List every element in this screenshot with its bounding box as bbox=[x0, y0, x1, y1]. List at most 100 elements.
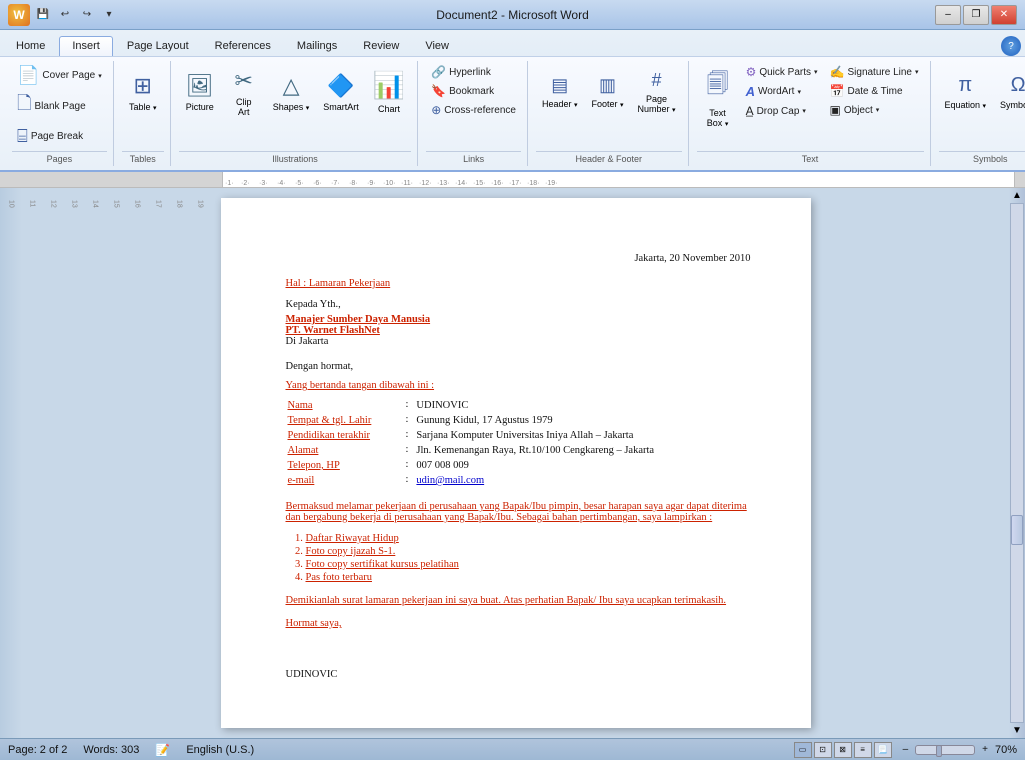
text-box-btn[interactable]: 🗐 TextBox ▾ bbox=[697, 63, 739, 132]
date-time-btn[interactable]: 📅 Date & Time bbox=[825, 82, 924, 100]
redo-quick-btn[interactable]: ↪ bbox=[78, 6, 96, 24]
customize-quick-btn[interactable]: ▾ bbox=[100, 6, 118, 24]
doc-to-place: Di Jakarta bbox=[286, 336, 751, 347]
list-item: Daftar Riwayat Hidup bbox=[306, 533, 751, 544]
list-item: Pas foto terbaru bbox=[306, 572, 751, 583]
table-btn[interactable]: ⊞ Table ▾ bbox=[122, 63, 164, 121]
tab-home[interactable]: Home bbox=[4, 37, 57, 56]
spell-check-icon[interactable]: 📝 bbox=[155, 743, 170, 757]
zoom-slider-thumb[interactable] bbox=[936, 745, 942, 757]
outline-btn[interactable]: ≡ bbox=[854, 742, 872, 758]
print-layout-btn[interactable]: ▭ bbox=[794, 742, 812, 758]
language-indicator[interactable]: English (U.S.) bbox=[186, 744, 254, 756]
pages-group-label: Pages bbox=[12, 151, 107, 164]
cover-page-icon: 📄 bbox=[17, 65, 39, 86]
hyperlink-icon: 🔗 bbox=[431, 65, 446, 79]
wordart-btn[interactable]: A WordArt▾ bbox=[741, 82, 823, 101]
tab-page-layout[interactable]: Page Layout bbox=[115, 37, 201, 56]
blank-page-btn[interactable]: 🗋 Blank Page bbox=[12, 89, 107, 123]
smartart-btn[interactable]: 🔷 SmartArt bbox=[317, 63, 365, 121]
doc-signature: UDINOVIC bbox=[286, 669, 751, 680]
web-layout-btn[interactable]: ⊠ bbox=[834, 742, 852, 758]
doc-body-paragraph: Bermaksud melamar pekerjaan di perusahaa… bbox=[286, 501, 751, 523]
tab-view[interactable]: View bbox=[413, 37, 461, 56]
page-break-btn[interactable]: ⌸ Page Break bbox=[12, 124, 107, 149]
tab-review[interactable]: Review bbox=[351, 37, 411, 56]
ribbon-content: 📄 Cover Page▾ 🗋 Blank Page ⌸ Page Break … bbox=[0, 56, 1025, 170]
drop-cap-btn[interactable]: A̲ Drop Cap▾ bbox=[741, 102, 823, 120]
clip-art-icon: ✂ bbox=[235, 68, 253, 94]
hyperlink-btn[interactable]: 🔗 Hyperlink bbox=[426, 63, 521, 81]
title-bar: W 💾 ↩ ↪ ▾ Document2 - Microsoft Word – ❐… bbox=[0, 0, 1025, 30]
zoom-out-btn[interactable]: – bbox=[900, 744, 912, 755]
doc-to-name: Manajer Sumber Daya Manusia bbox=[286, 314, 751, 325]
smartart-icon: 🔷 bbox=[327, 73, 354, 99]
undo-quick-btn[interactable]: ↩ bbox=[56, 6, 74, 24]
ribbon-group-illustrations: 🖼 Picture ✂ ClipArt △ Shapes ▾ 🔷 SmartAr… bbox=[173, 61, 418, 166]
field-label: Nama bbox=[288, 399, 398, 412]
symbol-icon: Ω bbox=[1011, 74, 1025, 97]
signature-line-btn[interactable]: ✍ Signature Line▾ bbox=[825, 63, 924, 81]
header-footer-group-label: Header & Footer bbox=[536, 151, 682, 164]
tab-mailings[interactable]: Mailings bbox=[285, 37, 349, 56]
doc-subject: Hal : Lamaran Pekerjaan bbox=[286, 278, 751, 289]
main-area: 12345 678910 1112131415 16171819 Jakarta… bbox=[0, 188, 1025, 738]
tab-references[interactable]: References bbox=[203, 37, 283, 56]
page-number-btn[interactable]: # PageNumber ▾ bbox=[632, 63, 682, 121]
close-btn[interactable]: ✕ bbox=[991, 5, 1017, 25]
shapes-icon: △ bbox=[283, 73, 300, 99]
symbol-btn[interactable]: Ω Symbol ▾ bbox=[994, 63, 1025, 121]
quick-parts-btn[interactable]: ⚙ Quick Parts▾ bbox=[741, 63, 823, 81]
equation-btn[interactable]: π Equation ▾ bbox=[939, 63, 993, 121]
object-icon: ▣ bbox=[830, 103, 841, 117]
object-btn[interactable]: ▣ Object▾ bbox=[825, 101, 924, 119]
office-logo-icon[interactable]: W bbox=[8, 4, 30, 26]
footer-icon: ▥ bbox=[599, 75, 616, 96]
restore-btn[interactable]: ❐ bbox=[963, 5, 989, 25]
footer-btn[interactable]: ▥ Footer ▾ bbox=[586, 63, 630, 121]
help-btn[interactable]: ? bbox=[1001, 36, 1021, 56]
cross-reference-icon: ⊕ bbox=[431, 103, 441, 117]
tables-group-label: Tables bbox=[122, 151, 164, 164]
clip-art-btn[interactable]: ✂ ClipArt bbox=[223, 63, 265, 121]
table-icon: ⊞ bbox=[134, 73, 152, 99]
save-quick-btn[interactable]: 💾 bbox=[34, 6, 52, 24]
minimize-btn[interactable]: – bbox=[935, 5, 961, 25]
page-break-icon: ⌸ bbox=[17, 126, 28, 147]
window-controls: – ❐ ✕ bbox=[935, 5, 1017, 25]
document-area: Jakarta, 20 November 2010 Hal : Lamaran … bbox=[22, 188, 1009, 738]
zoom-in-btn[interactable]: + bbox=[979, 744, 991, 755]
links-group-label: Links bbox=[426, 151, 521, 164]
draft-btn[interactable]: 📃 bbox=[874, 742, 892, 758]
quick-parts-icon: ⚙ bbox=[746, 65, 757, 79]
field-label: e-mail bbox=[288, 474, 398, 487]
ribbon-group-text: 🗐 TextBox ▾ ⚙ Quick Parts▾ A WordArt▾ A̲… bbox=[691, 61, 931, 166]
links-buttons: 🔗 Hyperlink 🔖 Bookmark ⊕ Cross-reference bbox=[426, 63, 521, 119]
tab-insert[interactable]: Insert bbox=[59, 36, 113, 56]
cross-reference-btn[interactable]: ⊕ Cross-reference bbox=[426, 101, 521, 119]
chart-btn[interactable]: 📊 Chart bbox=[367, 63, 411, 121]
illustrations-group-label: Illustrations bbox=[179, 151, 411, 164]
full-screen-btn[interactable]: ⊡ bbox=[814, 742, 832, 758]
ribbon-tabs: Home Insert Page Layout References Maili… bbox=[0, 30, 1025, 56]
document-page: Jakarta, 20 November 2010 Hal : Lamaran … bbox=[221, 198, 811, 728]
field-label: Alamat bbox=[288, 444, 398, 457]
status-right: ▭ ⊡ ⊠ ≡ 📃 – + 70% bbox=[794, 742, 1017, 758]
bookmark-btn[interactable]: 🔖 Bookmark bbox=[426, 82, 521, 100]
scrollbar-thumb[interactable] bbox=[1011, 515, 1023, 545]
chart-icon: 📊 bbox=[373, 70, 405, 101]
picture-btn[interactable]: 🖼 Picture bbox=[179, 63, 221, 121]
bookmark-icon: 🔖 bbox=[431, 84, 446, 98]
header-btn[interactable]: ▤ Header ▾ bbox=[536, 63, 584, 121]
scroll-down-btn[interactable]: ▼ bbox=[1012, 725, 1022, 736]
zoom-slider[interactable] bbox=[915, 745, 975, 755]
field-value: udin@mail.com bbox=[416, 474, 658, 487]
window-title: Document2 - Microsoft Word bbox=[436, 8, 589, 22]
scrollbar-track[interactable] bbox=[1010, 203, 1024, 723]
cover-page-btn[interactable]: 📄 Cover Page▾ bbox=[12, 63, 107, 88]
scroll-up-btn[interactable]: ▲ bbox=[1012, 190, 1022, 201]
table-row: Alamat : Jln. Kemenangan Raya, Rt.10/100… bbox=[288, 444, 659, 457]
zoom-controls: – + 70% bbox=[900, 744, 1017, 756]
right-scrollbar[interactable]: ▲ ▼ bbox=[1009, 188, 1025, 738]
shapes-btn[interactable]: △ Shapes ▾ bbox=[267, 63, 316, 121]
